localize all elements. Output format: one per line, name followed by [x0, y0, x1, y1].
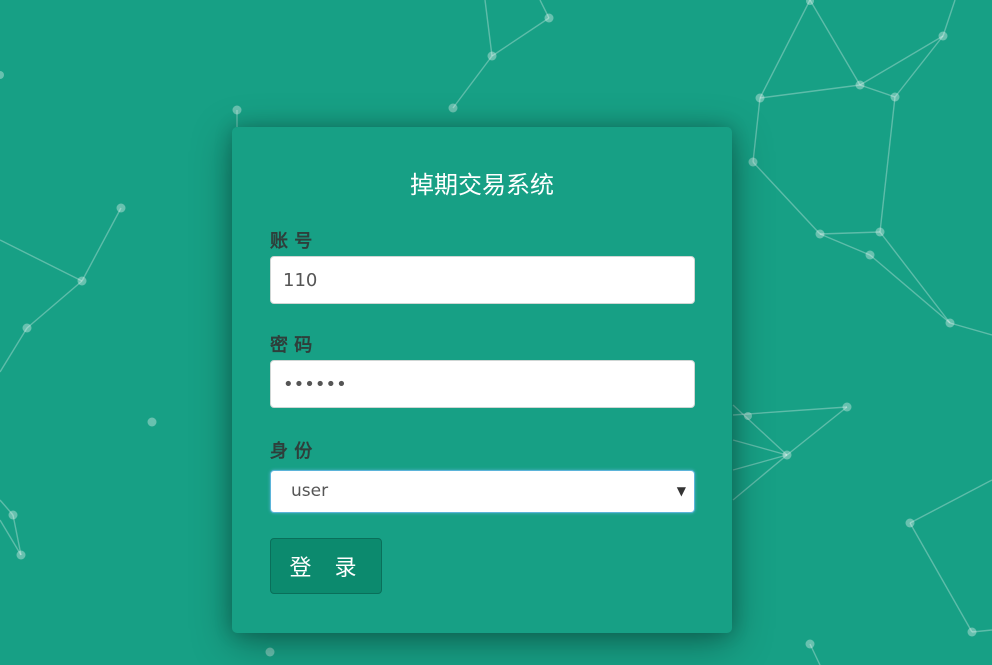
- login-page: 掉期交易系统 账 号 密 码 身 份 user ▼ 登 录: [0, 0, 992, 665]
- password-label: 密 码: [270, 335, 313, 356]
- account-input[interactable]: [270, 256, 695, 304]
- page-title: 掉期交易系统: [410, 171, 554, 199]
- role-select-value: user: [291, 481, 329, 501]
- account-label: 账 号: [270, 231, 313, 252]
- password-input[interactable]: [270, 360, 695, 408]
- role-select[interactable]: user ▼: [270, 470, 695, 513]
- role-label: 身 份: [270, 441, 313, 462]
- login-button[interactable]: 登 录: [270, 538, 382, 594]
- login-card: 掉期交易系统 账 号 密 码 身 份 user ▼ 登 录: [232, 127, 732, 633]
- chevron-down-icon: ▼: [676, 484, 686, 498]
